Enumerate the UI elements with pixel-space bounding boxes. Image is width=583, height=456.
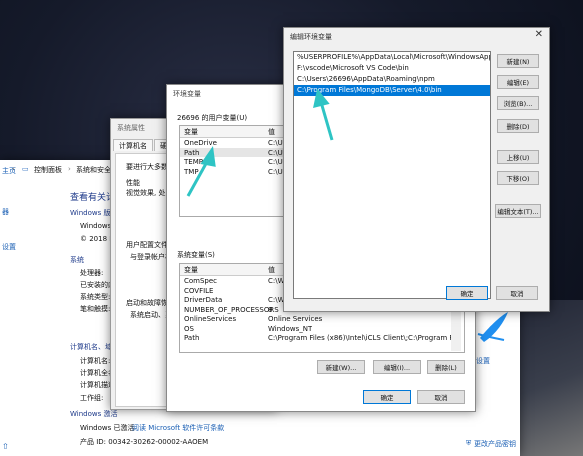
arrow-to-path-var bbox=[186, 145, 216, 197]
annotation-arrows bbox=[186, 88, 334, 197]
arrow-to-mongodb-entry bbox=[313, 88, 334, 141]
